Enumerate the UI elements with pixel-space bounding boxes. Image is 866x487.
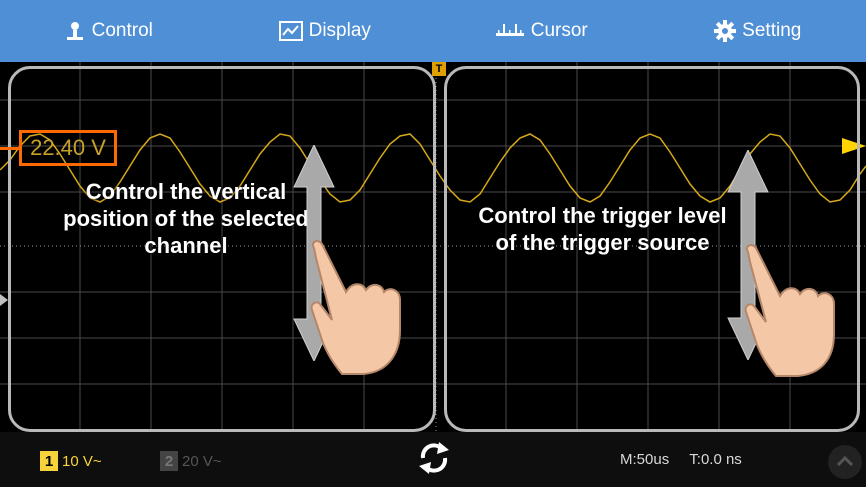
ruler-icon	[495, 24, 524, 36]
tab-setting[interactable]: Setting	[650, 20, 866, 42]
tab-control[interactable]: Control	[0, 20, 217, 42]
tab-display[interactable]: Display	[217, 20, 434, 42]
tab-cursor-label: Cursor	[530, 20, 588, 41]
ch2-number: 2	[160, 451, 178, 471]
tab-display-label: Display	[308, 20, 371, 41]
ch2-indicator[interactable]: 2 20 V~	[160, 451, 222, 471]
ch1-indicator[interactable]: 1 10 V~	[40, 451, 102, 471]
hand-pointer-icon-right	[744, 244, 835, 377]
offset-pointer-line	[0, 147, 19, 150]
ch1-scale: 10 V~	[62, 452, 102, 470]
right-caption: Control the trigger level of the trigger…	[478, 203, 727, 255]
refresh-icon[interactable]	[417, 440, 451, 476]
channel-ground-marker[interactable]	[0, 294, 8, 306]
timebase-value: M:50us	[620, 451, 670, 468]
channel-offset-label: 22.40 V	[19, 130, 117, 166]
hand-pointer-icon-left	[310, 240, 401, 375]
ch2-scale: 20 V~	[182, 452, 222, 470]
timebase-readout[interactable]: M:50us T:0.0 ns	[620, 451, 742, 468]
person-icon	[66, 22, 83, 40]
run-stop-button[interactable]	[828, 445, 862, 479]
top-toolbar: Control Display Cursor Setting	[0, 0, 866, 62]
chart-icon	[278, 21, 303, 41]
trigger-position-marker[interactable]: T	[432, 62, 446, 76]
trigger-time-value: T:0.0 ns	[689, 451, 742, 468]
left-caption: Control the vertical position of the sel…	[63, 179, 309, 258]
tab-control-label: Control	[91, 20, 153, 41]
gear-icon	[714, 20, 737, 42]
tab-setting-label: Setting	[742, 20, 802, 41]
chevron-up-icon	[836, 455, 854, 467]
ch1-number: 1	[40, 451, 58, 471]
tab-cursor[interactable]: Cursor	[433, 20, 650, 42]
